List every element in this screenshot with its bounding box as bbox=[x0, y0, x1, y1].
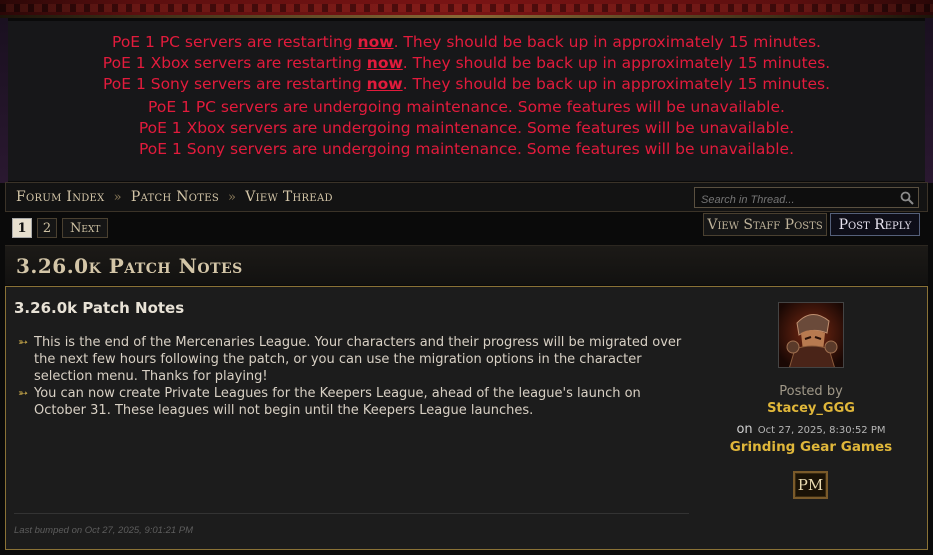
author-name[interactable]: Stacey_GGG bbox=[706, 401, 916, 416]
breadcrumb-patch-notes[interactable]: Patch Notes bbox=[131, 189, 219, 205]
announcement-restart-pc: PoE 1 PC servers are restarting now. The… bbox=[112, 33, 821, 51]
next-page-button[interactable]: Next bbox=[62, 218, 109, 238]
list-item: ➳ This is the end of the Mercenaries Lea… bbox=[18, 335, 682, 384]
pagination: 1 2 Next bbox=[12, 218, 109, 238]
announcement-maintenance-sony: PoE 1 Sony servers are undergoing mainte… bbox=[138, 140, 795, 158]
avatar[interactable] bbox=[778, 302, 844, 368]
author-company: Grinding Gear Games bbox=[729, 439, 893, 455]
announcement-restart-xbox: PoE 1 Xbox servers are restarting now. T… bbox=[102, 54, 831, 72]
side-ornament-left bbox=[0, 18, 8, 183]
breadcrumb: Forum Index » Patch Notes » View Thread bbox=[16, 189, 333, 205]
now-link[interactable]: now bbox=[367, 75, 403, 93]
breadcrumb-view-thread: View Thread bbox=[245, 189, 333, 205]
bullet-arrow-icon: ➳ bbox=[18, 335, 29, 349]
now-link[interactable]: now bbox=[367, 54, 403, 72]
now-link[interactable]: now bbox=[358, 33, 394, 51]
bullet-arrow-icon: ➳ bbox=[18, 386, 29, 400]
pm-button[interactable]: PM bbox=[793, 471, 828, 499]
post-title: 3.26.0k Patch Notes bbox=[14, 299, 185, 317]
view-staff-posts-button[interactable]: View Staff Posts bbox=[703, 213, 827, 236]
announcement-restart-sony: PoE 1 Sony servers are restarting now. T… bbox=[102, 75, 831, 93]
thread-title-bar: 3.26.0k Patch Notes bbox=[5, 245, 928, 285]
post-body: ➳ This is the end of the Mercenaries Lea… bbox=[18, 334, 688, 419]
breadcrumb-forum-index[interactable]: Forum Index bbox=[16, 189, 105, 205]
list-item: ➳ You can now create Private Leagues for… bbox=[18, 386, 641, 418]
forum-post: 3.26.0k Patch Notes ➳ This is the end of… bbox=[5, 286, 928, 550]
post-reply-button[interactable]: Post Reply bbox=[830, 213, 920, 236]
posted-by-label: Posted by bbox=[779, 384, 843, 399]
header-ornament bbox=[0, 0, 933, 18]
breadcrumb-separator: » bbox=[228, 190, 237, 205]
last-bumped-text: Last bumped on Oct 27, 2025, 9:01:21 PM bbox=[14, 525, 194, 536]
thread-title: 3.26.0k Patch Notes bbox=[16, 254, 243, 278]
thread-search bbox=[694, 187, 919, 210]
search-icon[interactable] bbox=[900, 190, 914, 205]
post-timestamp: Oct 27, 2025, 8:30:52 PM bbox=[757, 425, 886, 436]
divider bbox=[14, 513, 689, 514]
page-1-button[interactable]: 1 bbox=[12, 218, 32, 238]
server-announcements: PoE 1 PC servers are restarting now. The… bbox=[8, 21, 925, 181]
post-date: on Oct 27, 2025, 8:30:52 PM bbox=[736, 422, 886, 437]
side-ornament-right bbox=[925, 18, 933, 183]
breadcrumb-separator: » bbox=[113, 190, 122, 205]
announcement-maintenance-pc: PoE 1 PC servers are undergoing maintena… bbox=[148, 98, 785, 116]
announcement-maintenance-xbox: PoE 1 Xbox servers are undergoing mainte… bbox=[138, 119, 795, 137]
search-input[interactable] bbox=[695, 190, 895, 210]
page-2-button[interactable]: 2 bbox=[37, 218, 57, 238]
